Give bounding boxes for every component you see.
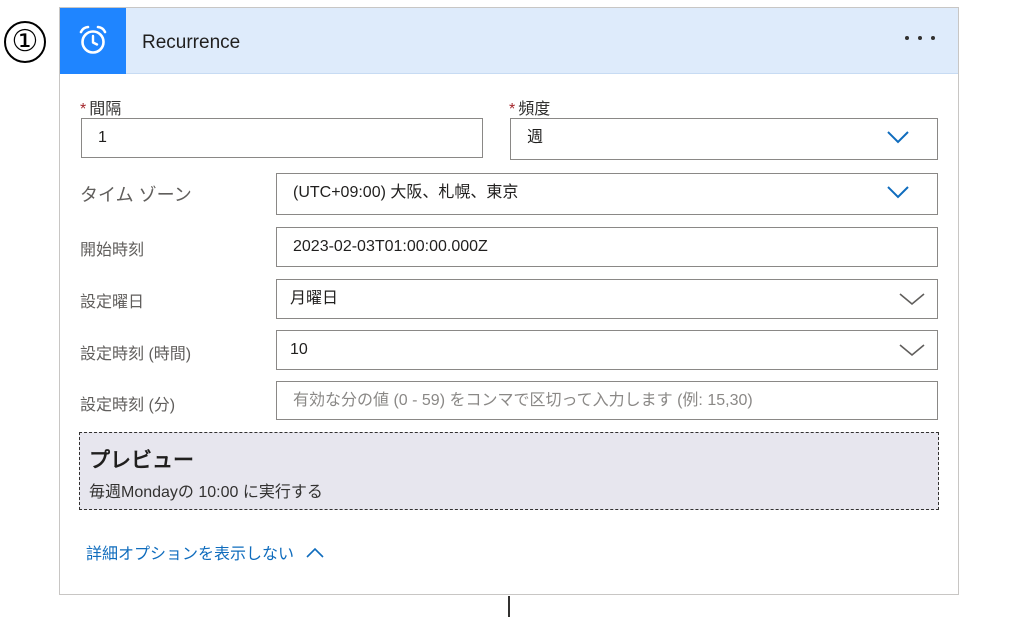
start-time-input[interactable]: 2023-02-03T01:00:00.000Z: [276, 227, 938, 267]
alarm-clock-icon: [79, 25, 107, 54]
recurrence-card: Recurrence * 間隔 1 * 頻度 週 タイム ゾーン (UTC+09:0…: [59, 7, 959, 595]
hours-label: 設定時刻 (時間): [80, 346, 192, 363]
hours-dropdown[interactable]: 10: [276, 330, 938, 370]
interval-input[interactable]: 1: [81, 118, 483, 158]
start-time-label: 開始時刻: [80, 242, 145, 259]
preview-title: プレビュー: [89, 449, 194, 472]
chevron-down-icon: [887, 186, 909, 199]
chevron-down-icon: [899, 293, 925, 306]
hide-advanced-options-link[interactable]: 詳細オプションを表示しない: [86, 540, 324, 564]
trigger-icon-box: [60, 8, 126, 74]
minutes-input[interactable]: 有効な分の値 (0 - 59) をコンマで区切って入力します (例: 15,30…: [276, 381, 938, 420]
hide-advanced-options-label: 詳細オプションを表示しない: [86, 546, 295, 563]
frequency-label: * 頻度: [509, 95, 550, 119]
preview-box: プレビュー 毎週Mondayの 10:00 に実行する: [79, 432, 939, 510]
interval-label: * 間隔: [80, 95, 121, 119]
required-mark: *: [509, 101, 516, 118]
interval-label-text: 間隔: [89, 101, 122, 118]
chevron-down-icon: [899, 344, 925, 357]
minutes-placeholder: 有効な分の値 (0 - 59) をコンマで区切って入力します (例: 15,30…: [293, 392, 753, 409]
start-time-value: 2023-02-03T01:00:00.000Z: [293, 238, 488, 255]
card-header[interactable]: Recurrence: [60, 8, 958, 74]
weekdays-value: 月曜日: [290, 290, 339, 307]
weekdays-dropdown[interactable]: 月曜日: [276, 279, 938, 319]
chevron-up-icon: [306, 547, 324, 558]
flow-connector-line: [508, 596, 510, 617]
interval-value: 1: [98, 129, 107, 146]
chevron-down-icon: [887, 131, 909, 144]
timezone-value: (UTC+09:00) 大阪、札幌、東京: [293, 184, 519, 201]
more-options-icon: [905, 36, 935, 40]
preview-text: 毎週Mondayの 10:00 に実行する: [89, 484, 323, 501]
frequency-label-text: 頻度: [518, 101, 551, 118]
hours-value: 10: [290, 341, 308, 358]
frequency-value: 週: [527, 129, 544, 146]
minutes-label: 設定時刻 (分): [80, 397, 176, 414]
frequency-dropdown[interactable]: 週: [510, 118, 938, 160]
card-title: Recurrence: [142, 32, 241, 53]
step-number-badge: ①: [4, 21, 46, 63]
timezone-dropdown[interactable]: (UTC+09:00) 大阪、札幌、東京: [276, 173, 938, 215]
timezone-label: タイム ゾーン: [80, 185, 192, 205]
more-options-button[interactable]: [900, 26, 940, 56]
weekdays-label: 設定曜日: [80, 294, 145, 311]
required-mark: *: [80, 101, 87, 118]
